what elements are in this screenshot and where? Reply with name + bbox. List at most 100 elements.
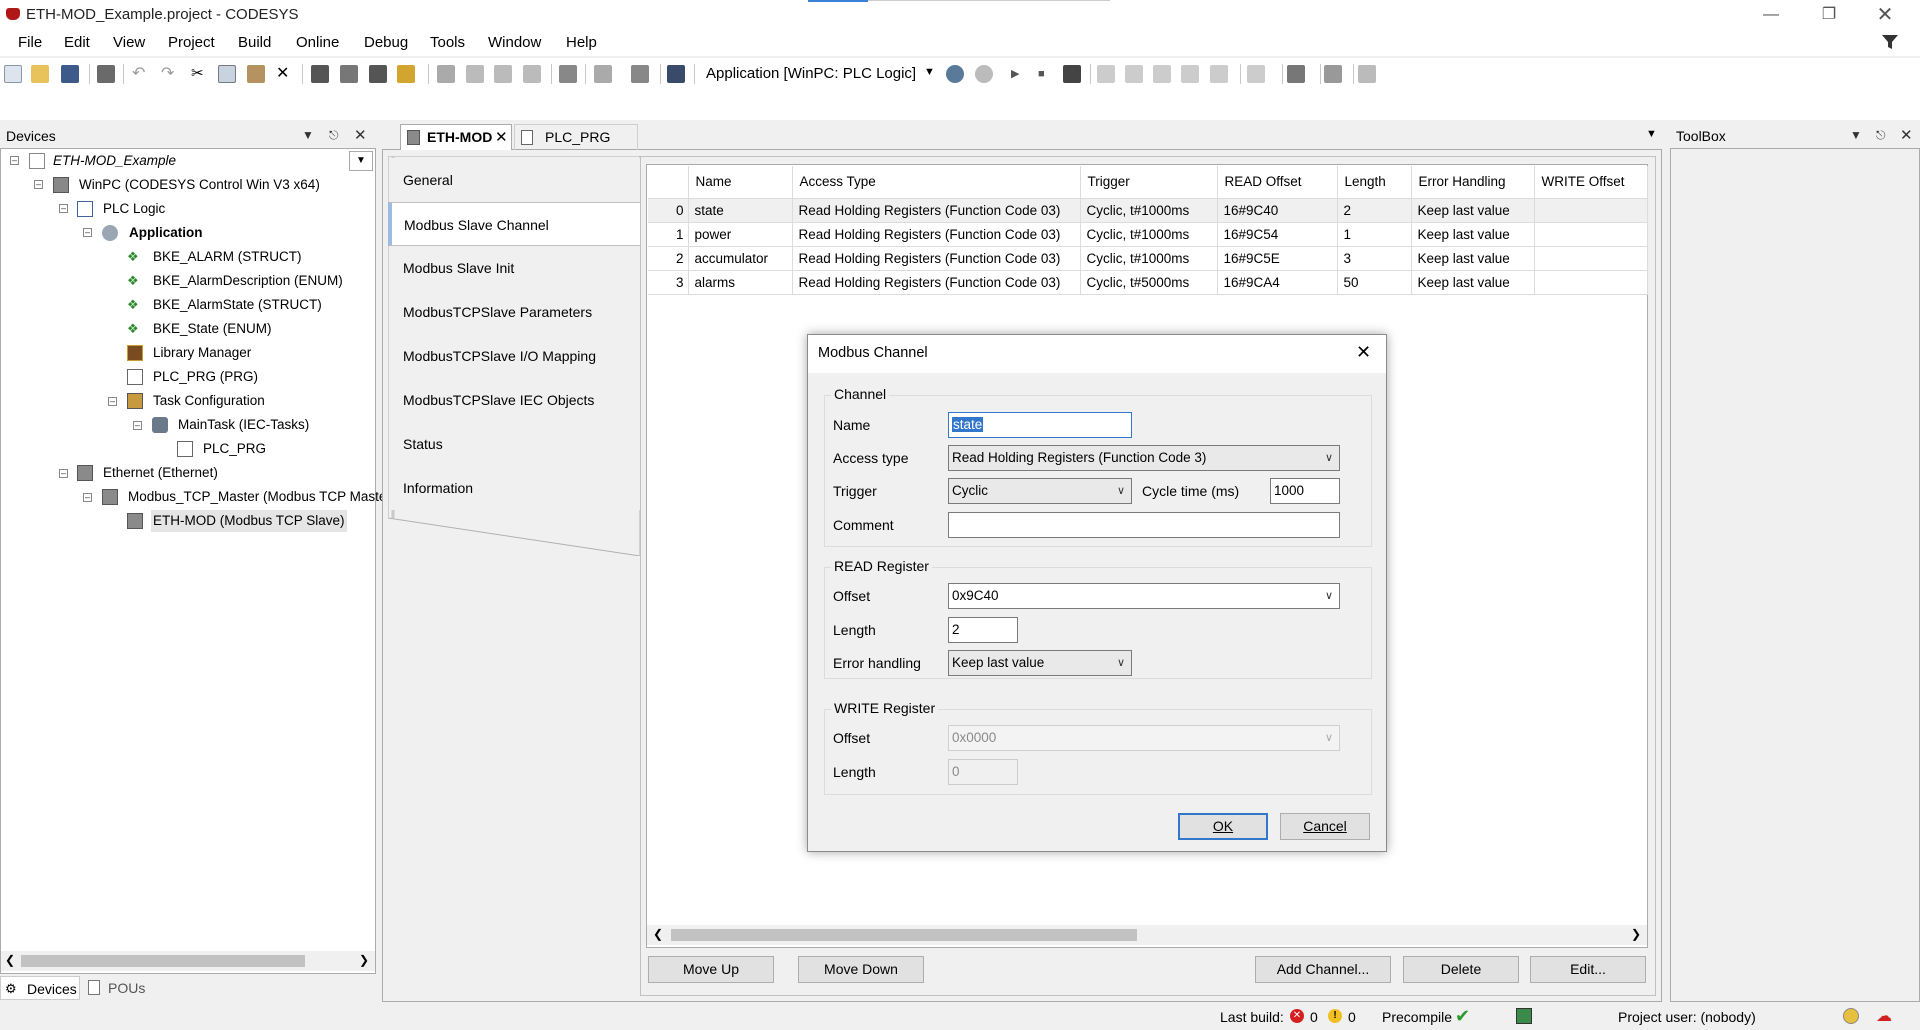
tree-item-bke-alarm-state[interactable]: BKE_AlarmState (STRUCT) — [153, 294, 322, 316]
run-to-cursor-icon[interactable] — [1181, 65, 1199, 83]
tree-item-plc-prg-call[interactable]: PLC_PRG — [203, 438, 266, 460]
panel-menu-icon[interactable]: ▼ — [302, 128, 314, 142]
redo-icon[interactable]: ↷ — [161, 65, 179, 83]
delete-button[interactable]: Delete — [1403, 956, 1519, 983]
nav-modbus-slave-channel[interactable]: Modbus Slave Channel — [388, 202, 642, 246]
close-window-button[interactable]: ✕ — [1862, 0, 1908, 30]
write-values-icon[interactable] — [1287, 65, 1305, 83]
move-up-button[interactable]: Move Up — [648, 956, 774, 983]
device-status-icon[interactable] — [1516, 1008, 1532, 1024]
menu-tools[interactable]: Tools — [430, 34, 465, 51]
pin-icon[interactable]: ⎋ — [1876, 128, 1886, 143]
scroll-left-icon[interactable]: ❮ — [653, 927, 663, 941]
step-into-icon[interactable] — [1125, 65, 1143, 83]
menu-window[interactable]: Window — [488, 34, 541, 51]
scrollbar-thumb[interactable] — [671, 929, 1137, 941]
dialog-close-icon[interactable]: ✕ — [1356, 342, 1371, 363]
force-values-icon[interactable] — [1324, 65, 1342, 83]
build-icon[interactable] — [559, 65, 577, 83]
tree-item-modbus-tcp-master[interactable]: Modbus_TCP_Master (Modbus TCP Maste — [128, 486, 386, 508]
menu-build[interactable]: Build — [238, 34, 271, 51]
replace-icon[interactable] — [340, 65, 358, 83]
menu-help[interactable]: Help — [566, 34, 597, 51]
close-panel-icon[interactable]: ✕ — [354, 126, 367, 144]
table-row[interactable]: 1 power Read Holding Registers (Function… — [648, 222, 1648, 247]
paste-icon[interactable] — [247, 65, 265, 83]
trigger-dropdown[interactable]: Cyclic ∨ — [948, 478, 1132, 504]
tree-dropdown-icon[interactable]: ▼ — [349, 151, 373, 171]
tree-item-winpc[interactable]: WinPC (CODESYS Control Win V3 x64) — [79, 174, 320, 196]
comment-input[interactable] — [948, 512, 1340, 538]
bookmark-next-icon[interactable] — [494, 65, 512, 83]
ok-button[interactable]: OK — [1178, 813, 1268, 840]
collapse-icon[interactable]: – — [83, 228, 92, 237]
menu-project[interactable]: Project — [168, 34, 215, 51]
tab-plc-prg[interactable]: PLC_PRG — [514, 124, 638, 150]
reset-tool-icon[interactable] — [1063, 65, 1081, 83]
start-icon[interactable]: ▶ — [1011, 65, 1029, 83]
copy-icon[interactable] — [218, 65, 236, 83]
login-icon[interactable] — [946, 65, 964, 83]
menu-debug[interactable]: Debug — [364, 34, 408, 51]
panel-menu-icon[interactable]: ▼ — [1850, 128, 1862, 142]
tree-item-task-configuration[interactable]: Task Configuration — [153, 390, 265, 412]
grid-horizontal-scrollbar[interactable]: ❮ ❯ — [647, 925, 1647, 945]
minimize-button[interactable]: — — [1748, 0, 1794, 30]
cut-icon[interactable]: ✂ — [191, 65, 209, 83]
filter-icon[interactable] — [1880, 32, 1900, 52]
table-row[interactable]: 2 accumulator Read Holding Registers (Fu… — [648, 246, 1648, 271]
collapse-icon[interactable]: – — [108, 397, 117, 406]
collapse-icon[interactable]: – — [83, 493, 92, 502]
tree-item-ethernet[interactable]: Ethernet (Ethernet) — [103, 462, 218, 484]
tree-horizontal-scrollbar[interactable]: ❮ ❯ — [1, 951, 375, 971]
tab-devices[interactable]: ⚙ Devices — [0, 976, 80, 1000]
tab-eth-mod[interactable]: ETH-MOD ✕ — [400, 124, 512, 150]
read-offset-combobox[interactable]: 0x9C40 ∨ — [948, 583, 1340, 609]
table-row[interactable]: 0 state Read Holding Registers (Function… — [648, 198, 1648, 223]
cancel-button[interactable]: Cancel — [1280, 813, 1370, 840]
collapse-icon[interactable]: – — [59, 469, 68, 478]
tree-item-library-manager[interactable]: Library Manager — [153, 342, 251, 364]
tree-item-project[interactable]: ETH-MOD_Example — [53, 150, 176, 172]
tree-item-maintask[interactable]: MainTask (IEC-Tasks) — [178, 414, 309, 436]
security-icon[interactable] — [1843, 1008, 1859, 1024]
column-access-type[interactable]: Access Type — [792, 166, 1081, 199]
undo-icon[interactable]: ↶ — [132, 65, 150, 83]
tree-item-plc-prg[interactable]: PLC_PRG (PRG) — [153, 366, 258, 388]
set-next-statement-icon[interactable] — [1210, 65, 1228, 83]
step-over-icon[interactable] — [1097, 65, 1115, 83]
cycle-time-input[interactable]: 1000 — [1270, 478, 1340, 504]
access-type-dropdown[interactable]: Read Holding Registers (Function Code 3)… — [948, 445, 1340, 471]
step-out-icon[interactable] — [1153, 65, 1171, 83]
collapse-icon[interactable]: – — [10, 156, 19, 165]
name-input[interactable]: state — [948, 412, 1132, 438]
collapse-icon[interactable]: – — [133, 421, 142, 430]
menu-edit[interactable]: Edit — [64, 34, 90, 51]
tree-item-plc-logic[interactable]: PLC Logic — [103, 198, 165, 220]
collapse-icon[interactable]: – — [34, 180, 43, 189]
save-icon[interactable] — [61, 65, 79, 83]
logout-icon[interactable] — [975, 65, 993, 83]
print-icon[interactable] — [97, 65, 115, 83]
find-in-project-icon[interactable] — [369, 65, 387, 83]
nav-modbustcpslave-iec-objects[interactable]: ModbusTCPSlave IEC Objects — [391, 378, 641, 422]
error-handling-dropdown[interactable]: Keep last value ∨ — [948, 650, 1132, 676]
column-write-offset[interactable]: WRITE Offset — [1534, 166, 1648, 199]
nav-modbustcpslave-io-mapping[interactable]: ModbusTCPSlave I/O Mapping — [391, 334, 641, 378]
tab-pous[interactable]: POUs — [84, 976, 154, 1000]
tree-item-bke-alarm-description[interactable]: BKE_AlarmDescription (ENUM) — [153, 270, 343, 292]
edit-button[interactable]: Edit... — [1530, 956, 1646, 983]
nav-modbustcpslave-parameters[interactable]: ModbusTCPSlave Parameters — [391, 290, 641, 334]
nav-modbus-slave-init[interactable]: Modbus Slave Init — [391, 246, 641, 290]
close-tab-icon[interactable]: ✕ — [495, 128, 508, 146]
close-panel-icon[interactable]: ✕ — [1900, 126, 1913, 144]
column-name[interactable]: Name — [688, 166, 793, 199]
delete-icon[interactable]: ✕ — [276, 65, 294, 83]
column-error-handling[interactable]: Error Handling — [1411, 166, 1535, 199]
tree-item-bke-state[interactable]: BKE_State (ENUM) — [153, 318, 272, 340]
stop-icon[interactable]: ■ — [1038, 65, 1056, 83]
nav-information[interactable]: Information — [391, 466, 641, 510]
table-row[interactable]: 3 alarms Read Holding Registers (Functio… — [648, 270, 1648, 295]
menu-online[interactable]: Online — [296, 34, 339, 51]
cross-reference-icon[interactable] — [397, 65, 415, 83]
